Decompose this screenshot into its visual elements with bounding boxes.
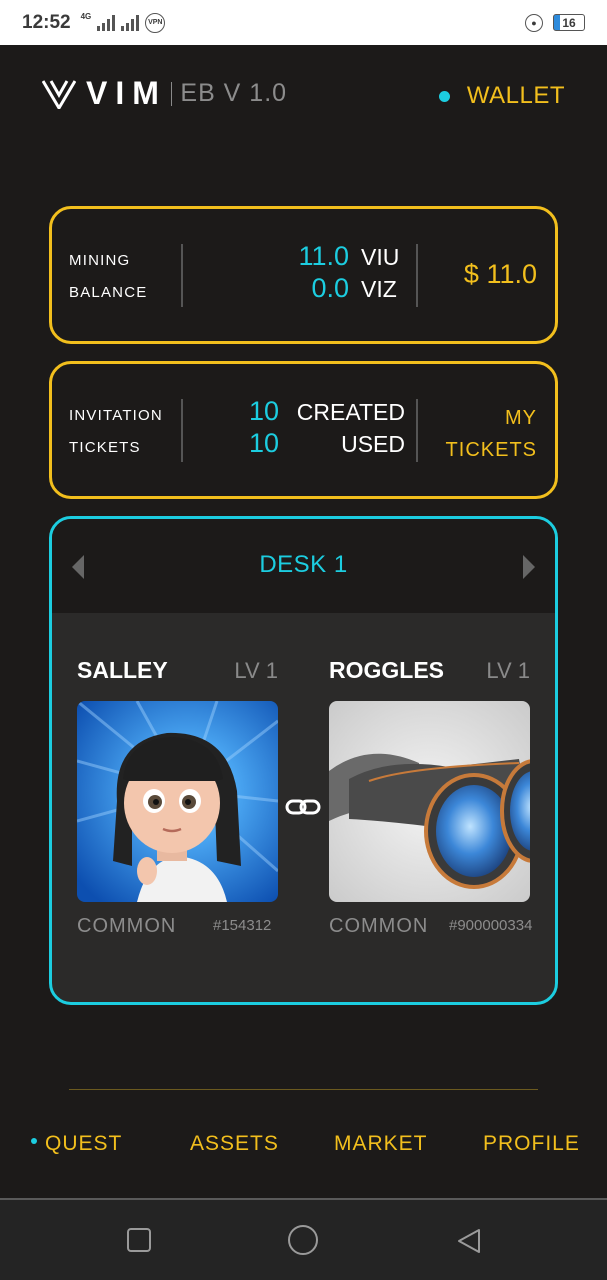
divider (416, 244, 418, 307)
signal-icon-2 (121, 14, 140, 31)
mining-label-line1: MINING (69, 252, 131, 269)
nav-quest-label: QUEST (45, 1132, 123, 1155)
signal-icon (97, 14, 116, 31)
created-row: 10 CREATED (249, 396, 405, 428)
character-id: #900000334 (449, 917, 533, 934)
divider (416, 399, 418, 462)
character-rarity: COMMON (329, 915, 429, 937)
desk-title: DESK 1 (259, 551, 348, 578)
my-tickets-line1: MY (505, 407, 537, 429)
home-icon[interactable] (287, 1224, 319, 1256)
mining-values: 11.0 VIU 0.0 VIZ (298, 241, 401, 305)
character-name: SALLEY (77, 657, 168, 683)
back-icon[interactable] (455, 1227, 483, 1255)
character-level: LV 1 (234, 658, 278, 683)
used-row: 10 USED (249, 428, 405, 460)
mining-label-line2: BALANCE (69, 284, 148, 301)
logo-divider (170, 81, 173, 106)
character-header: ROGGLES LV 1 (329, 657, 530, 684)
invitation-tickets-card: INVITATION TICKETS 10 CREATED 10 USED MY… (49, 361, 558, 499)
next-desk-arrow-icon[interactable] (523, 555, 535, 579)
wallet-button[interactable]: WALLET (438, 82, 565, 110)
divider (181, 399, 183, 462)
desk-header: DESK 1 (52, 519, 555, 613)
bottom-nav: QUEST ASSETS MARKET PROFILE (0, 1120, 607, 1170)
nav-quest[interactable]: QUEST (31, 1132, 122, 1156)
character-avatar-image[interactable] (77, 701, 278, 902)
status-icons: 4G VPN (80, 12, 166, 33)
active-indicator-dot (31, 1138, 37, 1145)
usd-value: $ 11.0 (463, 259, 537, 289)
nav-profile[interactable]: PROFILE (483, 1132, 580, 1156)
viu-unit: VIU (361, 244, 400, 270)
divider (181, 244, 183, 307)
status-time: 12:52 (22, 11, 71, 33)
logo-text: VIM (86, 75, 167, 111)
viz-value: 0.0 (311, 273, 349, 303)
nav-divider (69, 1089, 538, 1090)
wallet-label: WALLET (466, 82, 565, 109)
tickets-label-line2: TICKETS (69, 439, 141, 456)
lock-icon: ● (525, 13, 543, 32)
version-label: EB V 1.0 (180, 79, 288, 107)
created-label: CREATED (296, 399, 405, 425)
goggles-illustration (329, 701, 530, 902)
vpn-icon: VPN (145, 12, 166, 33)
created-value: 10 (249, 396, 280, 426)
link-icon (285, 799, 321, 815)
character-level: LV 1 (486, 658, 530, 683)
viu-row: 11.0 VIU (298, 241, 401, 273)
nav-assets[interactable]: ASSETS (190, 1132, 279, 1156)
battery-icon: 16 (553, 14, 585, 31)
app-root: 12:52 4G VPN ● 16 VIM EB V 1.0 WALLET MI… (0, 0, 607, 1280)
app-header: VIM EB V 1.0 WALLET (0, 45, 607, 145)
mining-balance-label: MINING BALANCE (69, 245, 147, 309)
recent-apps-icon[interactable] (126, 1227, 152, 1253)
status-bar: 12:52 4G VPN ● 16 (0, 0, 607, 45)
viu-value: 11.0 (298, 241, 349, 271)
used-value: 10 (249, 428, 280, 458)
character-rarity: COMMON (77, 915, 177, 937)
character-header: SALLEY LV 1 (77, 657, 278, 684)
avatar-girl-illustration (77, 701, 278, 902)
vim-v-icon (42, 79, 76, 109)
vim-logo: VIM EB V 1.0 (42, 75, 287, 112)
viz-unit: VIZ (361, 276, 397, 302)
used-label: USED (341, 431, 405, 457)
my-tickets-line2: TICKETS (445, 439, 537, 461)
status-right: ● 16 (525, 13, 585, 32)
nav-market-label: MARKET (334, 1132, 428, 1155)
character-name: ROGGLES (329, 657, 445, 683)
tickets-label-line1: INVITATION (69, 407, 163, 424)
wallet-status-dot (438, 90, 450, 102)
nav-profile-label: PROFILE (483, 1132, 580, 1155)
character-id: #154312 (213, 917, 272, 934)
invitation-tickets-label: INVITATION TICKETS (69, 400, 163, 464)
my-tickets-button[interactable]: MY TICKETS (446, 402, 537, 466)
network-type: 4G (80, 12, 92, 21)
character-avatar-image[interactable] (329, 701, 530, 902)
nav-market[interactable]: MARKET (334, 1132, 428, 1156)
mining-balance-card: MINING BALANCE 11.0 VIU 0.0 VIZ $ 11.0 (49, 206, 558, 344)
system-nav-bar (0, 1198, 607, 1280)
tickets-values: 10 CREATED 10 USED (249, 396, 405, 460)
desk-panel: DESK 1 SALLEY LV 1 COMMON #154312 ROGGLE… (49, 516, 558, 1005)
nav-assets-label: ASSETS (190, 1132, 279, 1155)
viz-row: 0.0 VIZ (298, 273, 401, 305)
